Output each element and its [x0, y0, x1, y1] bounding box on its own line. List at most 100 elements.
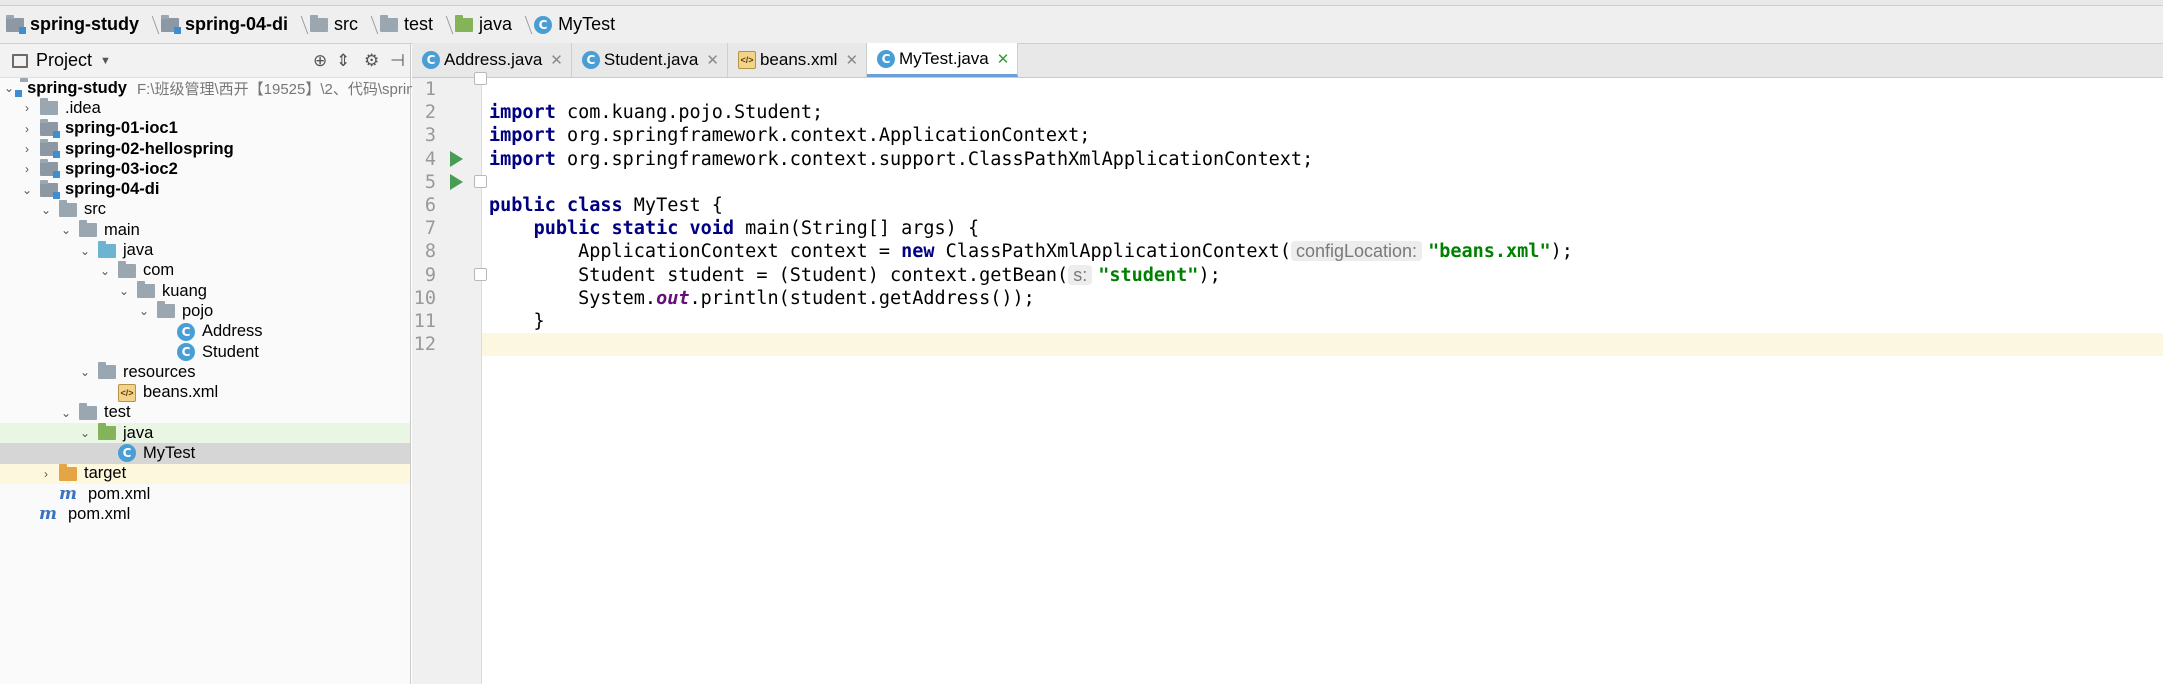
class-icon: C — [422, 51, 440, 69]
tree-item-idea[interactable]: › .idea — [0, 98, 410, 118]
gear-icon[interactable]: ⚙ — [364, 44, 379, 78]
close-icon[interactable]: ✕ — [706, 51, 719, 69]
breadcrumb-separator — [362, 12, 374, 38]
hide-panel-icon[interactable]: ⊣ — [390, 44, 405, 78]
code-line-3: import org.springframework.context.suppo… — [489, 148, 1314, 170]
code-line-7: ApplicationContext context = new ClassPa… — [578, 241, 1573, 263]
chevron-down-icon[interactable]: ⌄ — [78, 426, 92, 440]
code-editor[interactable]: 1 2 3 4 5 6 7 8 9 10 11 12 import com.ku… — [412, 72, 2163, 684]
maven-icon: m — [59, 484, 77, 505]
tab-student-java[interactable]: C Student.java ✕ — [571, 43, 728, 77]
code-area[interactable]: import com.kuang.pojo.Student; import or… — [482, 78, 2163, 684]
class-icon: C — [118, 444, 136, 463]
collapse-all-icon[interactable]: ⇕ — [336, 44, 350, 78]
chevron-down-icon[interactable]: ⌄ — [20, 183, 34, 197]
locate-icon[interactable]: ⊕ — [313, 44, 327, 78]
chevron-down-icon[interactable]: ⌄ — [137, 304, 151, 318]
breadcrumb-separator — [143, 12, 155, 38]
tree-item-spring-04-di[interactable]: ⌄ spring-04-di — [0, 179, 410, 199]
run-class-icon[interactable] — [450, 151, 463, 167]
tree-item-com[interactable]: ⌄ com — [0, 260, 410, 281]
chevron-down-icon[interactable]: ▼ — [100, 55, 111, 67]
tree-item-spring-02-hellospring[interactable]: › spring-02-hellospring — [0, 139, 410, 159]
class-icon: C — [877, 49, 896, 68]
module-folder-icon — [40, 179, 60, 199]
editor-tabs: C Address.java ✕ C Student.java ✕ </> be… — [412, 43, 2163, 78]
breadcrumb-separator — [292, 12, 304, 38]
tree-item-target[interactable]: › target — [0, 463, 410, 484]
tree-item-root-pom-xml[interactable]: m pom.xml — [0, 504, 410, 524]
xml-file-icon: </> — [737, 51, 756, 69]
close-icon[interactable]: ✕ — [845, 51, 858, 69]
tab-beans-xml[interactable]: </> beans.xml ✕ — [727, 43, 868, 77]
chevron-down-icon[interactable]: ⌄ — [78, 244, 92, 258]
line-number: 5 — [424, 171, 436, 193]
code-line-5: public class MyTest { — [489, 195, 723, 216]
breadcrumb-item-test[interactable]: test — [374, 6, 437, 43]
code-line-6: public static void main(String[] args) { — [533, 218, 980, 240]
chevron-down-icon[interactable]: ⌄ — [59, 223, 73, 237]
tree-item-pojo[interactable]: ⌄ pojo — [0, 301, 410, 321]
code-line-10: } — [489, 311, 545, 332]
tree-item-pom-xml[interactable]: m pom.xml — [0, 484, 410, 504]
tree-item-main-java[interactable]: ⌄ java — [0, 240, 410, 260]
chevron-down-icon[interactable]: ⌄ — [117, 284, 131, 298]
chevron-down-icon[interactable]: ⌄ — [98, 264, 112, 278]
module-folder-icon — [6, 14, 26, 34]
line-number: 10 — [413, 287, 436, 309]
chevron-down-icon[interactable]: ⌄ — [39, 203, 53, 217]
chevron-down-icon[interactable]: ⌄ — [78, 365, 92, 379]
line-number: 7 — [424, 218, 436, 240]
line-number: 4 — [424, 148, 436, 170]
line-number: 2 — [424, 102, 436, 124]
excluded-folder-icon — [59, 463, 77, 481]
project-view-selector[interactable]: Project — [36, 50, 92, 71]
breadcrumb-item-spring-study[interactable]: spring-study — [0, 6, 143, 43]
package-icon — [137, 281, 155, 299]
chevron-down-icon[interactable]: ⌄ — [59, 406, 73, 420]
breadcrumb-item-mytest[interactable]: C MyTest — [528, 6, 619, 43]
tree-item-test-java[interactable]: ⌄ java — [0, 423, 410, 444]
code-line-2: import org.springframework.context.Appli… — [489, 125, 1091, 147]
project-panel-header: Project ▼ ⊕ ⇕ ⚙ ⊣ — [0, 44, 410, 78]
module-folder-icon — [161, 14, 182, 34]
tree-item-spring-03-ioc2[interactable]: › spring-03-ioc2 — [0, 159, 410, 179]
package-icon — [157, 301, 175, 319]
tree-item-beans-xml[interactable]: </> beans.xml — [0, 382, 410, 402]
chevron-right-icon[interactable]: › — [20, 162, 34, 176]
folder-icon — [79, 402, 97, 420]
breadcrumb-item-java[interactable]: java — [449, 6, 516, 43]
chevron-right-icon[interactable]: › — [20, 122, 34, 136]
tree-item-mytest[interactable]: C MyTest — [0, 443, 410, 464]
chevron-right-icon[interactable]: › — [39, 467, 53, 481]
close-icon[interactable]: ✕ — [997, 50, 1010, 68]
tree-item-main[interactable]: ⌄ main — [0, 220, 410, 240]
code-line-9: System.out.println(student.getAddress())… — [578, 287, 1035, 309]
tree-item-spring-01-ioc1[interactable]: › spring-01-ioc1 — [0, 118, 410, 139]
tree-item-student[interactable]: C Student — [0, 342, 410, 362]
chevron-right-icon[interactable]: › — [20, 101, 34, 115]
tab-mytest-java[interactable]: C MyTest.java ✕ — [867, 43, 1019, 77]
breadcrumb-separator — [516, 12, 528, 38]
breadcrumb-item-src[interactable]: src — [304, 6, 362, 43]
line-number: 3 — [424, 125, 436, 147]
code-line-11: } — [482, 310, 2163, 355]
class-icon: C — [177, 322, 195, 341]
tree-item-address[interactable]: C Address — [0, 322, 410, 342]
breadcrumb-item-spring-04-di[interactable]: spring-04-di — [155, 6, 292, 43]
chevron-right-icon[interactable]: › — [20, 142, 34, 156]
class-icon: C — [581, 51, 600, 69]
code-line-12 — [482, 333, 2163, 357]
module-folder-icon — [40, 159, 60, 179]
close-icon[interactable]: ✕ — [550, 51, 563, 69]
module-folder-icon — [40, 118, 60, 138]
tree-item-src[interactable]: ⌄ src — [0, 199, 410, 220]
tab-address-java[interactable]: C Address.java ✕ — [412, 43, 572, 77]
tree-item-spring-study[interactable]: ⌄ spring-study F:\班级管理\西开【19525】\2、代码\sp… — [0, 78, 464, 98]
tree-item-test[interactable]: ⌄ test — [0, 402, 410, 423]
tree-item-kuang[interactable]: ⌄ kuang — [0, 281, 410, 301]
chevron-down-icon[interactable]: ⌄ — [4, 81, 14, 95]
run-method-icon[interactable] — [450, 174, 463, 190]
tree-item-resources[interactable]: ⌄ resources — [0, 362, 410, 382]
